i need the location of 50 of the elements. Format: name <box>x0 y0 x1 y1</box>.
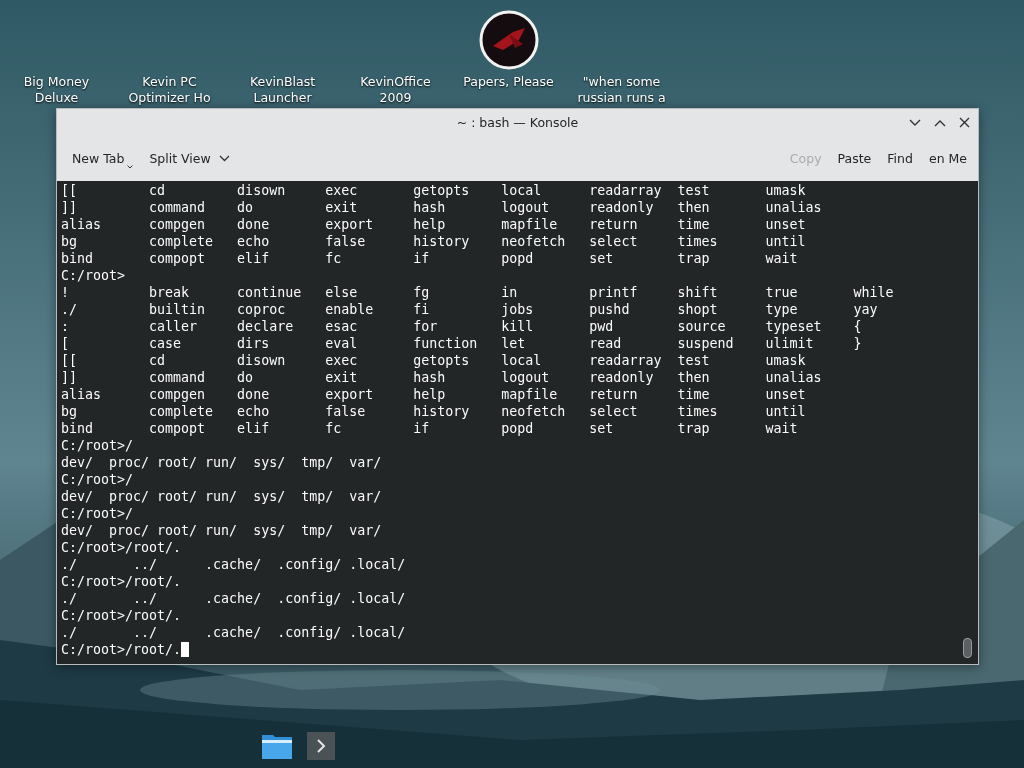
terminal-line: C:/root>/root/. <box>61 539 182 556</box>
terminal-line: C:/root>/ <box>61 505 134 522</box>
terminal-line: dev/ proc/ root/ run/ sys/ tmp/ var/ <box>61 488 382 505</box>
terminal-line: C:/root>/root/. <box>61 641 182 658</box>
text-cursor <box>181 642 190 657</box>
terminal-line: : caller declare esac for kill pwd source typeset { <box>61 318 862 335</box>
terminal-line: C:/root>/root/. <box>61 607 182 624</box>
terminal-line: bg complete echo false history neofetch select times until <box>61 403 806 420</box>
minimize-icon[interactable] <box>909 118 921 127</box>
caret-icon <box>127 165 134 169</box>
toolbar-button[interactable]: Paste <box>830 147 879 170</box>
desktop-icon-label[interactable]: KevinOffice 2009 <box>343 74 448 106</box>
terminal-line: C:/root>/ <box>61 437 134 454</box>
terminal-line: alias compgen done export help mapfile return time unset <box>61 386 806 403</box>
terminal-line: ./ ../ .cache/ .config/ .local/ <box>61 624 406 641</box>
terminal-line: ]] command do exit hash logout readonly then unalias <box>61 199 822 216</box>
terminal-line: [[ cd disown exec getopts local readarray test umask <box>61 352 806 369</box>
toolbar-button[interactable]: Find <box>880 147 920 170</box>
chevron-down-icon <box>218 155 230 162</box>
desktop-icon-label[interactable]: Papers, Please <box>456 74 561 90</box>
terminal-line: alias compgen done export help mapfile return time unset <box>61 216 806 233</box>
terminal-line: bind compopt elif fc if popd set trap wait <box>61 420 798 437</box>
window-title: ~ : bash — Konsole <box>456 115 579 130</box>
terminal-line: ! break continue else fg in printf shift true while <box>61 284 894 301</box>
desktop-icon-label[interactable]: Kevin PC Optimizer Ho <box>117 74 222 106</box>
terminal-line: dev/ proc/ root/ run/ sys/ tmp/ var/ <box>61 454 382 471</box>
terminal-line: bg complete echo false history neofetch select times until <box>61 233 806 250</box>
terminal-line: C:/root>/root/. <box>61 573 182 590</box>
terminal-line: C:/root>/ <box>61 471 134 488</box>
terminal-line: ./ builtin coproc enable fi jobs pushd shopt type yay <box>61 301 878 318</box>
desktop-icon-label[interactable]: "when some russian runs a <box>569 74 674 106</box>
terminal-line: C:/root> <box>61 267 126 284</box>
desktop-icon-label[interactable]: KevinBlast Launcher <box>230 74 335 106</box>
scrollbar-handle[interactable] <box>963 638 972 658</box>
terminal-line: bind compopt elif fc if popd set trap wait <box>61 250 798 267</box>
terminal-line: ./ ../ .cache/ .config/ .local/ <box>61 556 406 573</box>
terminal-line: [ case dirs eval function let read suspend ulimit } <box>61 335 862 352</box>
folder-icon[interactable] <box>262 733 292 759</box>
terminal-line: dev/ proc/ root/ run/ sys/ tmp/ var/ <box>61 522 382 539</box>
desktop-icon-label[interactable]: Big Money Deluxe <box>4 74 109 106</box>
terminal-line: ./ ../ .cache/ .config/ .local/ <box>61 590 406 607</box>
maximize-icon[interactable] <box>934 118 946 127</box>
terminal-line: [[ cd disown exec getopts local readarray test umask <box>61 182 806 199</box>
toolbar-button[interactable]: Split View <box>142 147 237 170</box>
toolbar-button[interactable]: New Tab <box>65 147 141 170</box>
close-icon[interactable] <box>959 117 970 128</box>
toolbar-button[interactable]: en Me <box>921 147 974 170</box>
terminal-icon[interactable] <box>307 732 335 760</box>
terminal-line: ]] command do exit hash logout readonly then unalias <box>61 369 822 386</box>
app-icon[interactable] <box>478 10 539 70</box>
